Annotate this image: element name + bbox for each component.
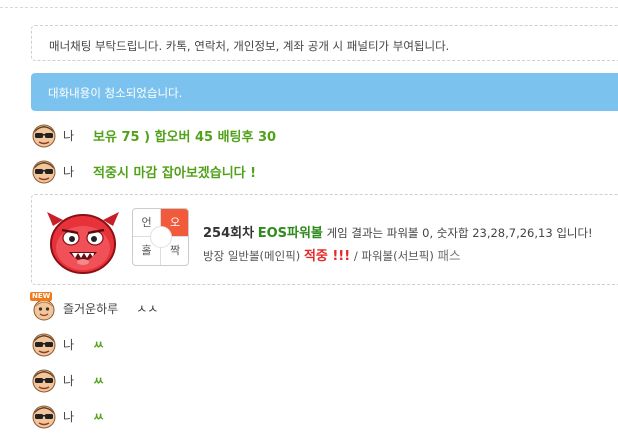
sunglasses-avatar-icon[interactable] bbox=[31, 122, 57, 148]
grid-center-dot bbox=[150, 226, 172, 248]
manner-notice: 매너채팅 부탁드립니다. 카톡, 연락처, 개인정보, 계좌 공개 시 패널티가… bbox=[31, 25, 618, 61]
message-text: ㅆ bbox=[93, 373, 105, 388]
message-text: ㅆ bbox=[93, 409, 105, 424]
pass-status: 패스 bbox=[437, 248, 461, 263]
game-name: EOS파워볼 bbox=[257, 226, 323, 241]
message-nick[interactable]: 나 bbox=[63, 408, 74, 425]
chat-cleared-banner: 대화내용이 청소되었습니다. bbox=[31, 73, 618, 111]
chat-message: 나 ㅆ bbox=[31, 366, 104, 394]
result-grid: 언 오 홀 짝 bbox=[132, 208, 189, 266]
message-nick[interactable]: 나 bbox=[63, 127, 74, 144]
message-text: 보유 75 ) 합오버 45 배팅후 30 bbox=[93, 129, 277, 145]
sunglasses-avatar-icon[interactable] bbox=[31, 158, 57, 184]
main-pick-label: 방장 일반볼(메인픽) bbox=[203, 249, 301, 263]
message-nick[interactable]: 나 bbox=[63, 336, 74, 353]
top-divider bbox=[0, 0, 618, 8]
new-badge: NEW bbox=[30, 292, 53, 301]
round-number: 254회차 bbox=[203, 226, 255, 241]
sunglasses-avatar-icon[interactable] bbox=[31, 403, 57, 429]
chat-cleared-text: 대화내용이 청소되었습니다. bbox=[48, 86, 183, 100]
manner-notice-text: 매너채팅 부탁드립니다. 카톡, 연락처, 개인정보, 계좌 공개 시 패널티가… bbox=[49, 39, 450, 53]
chat-message: 나 ㅆ bbox=[31, 330, 104, 358]
hit-status: 적중 !!! bbox=[303, 249, 351, 264]
chat-message: 나 ㅆ bbox=[31, 402, 104, 430]
message-text: ㅅㅅ bbox=[136, 301, 159, 316]
result-line-main: 254회차 EOS파워볼 게임 결과는 파워볼 0, 숫자합 23,28,7,2… bbox=[203, 222, 593, 241]
sub-pick-label: / 파워볼(서브픽) bbox=[353, 249, 434, 263]
chat-message: 나 적중시 마감 잡아보겠습니다 ! bbox=[31, 157, 256, 185]
chat-message: NEW 즐거운하루 ㅅㅅ bbox=[30, 292, 159, 322]
new-user-avatar-icon[interactable]: NEW bbox=[30, 292, 57, 321]
message-nick[interactable]: 즐거운하루 bbox=[63, 300, 118, 317]
chat-message: 나 보유 75 ) 합오버 45 배팅후 30 bbox=[31, 121, 276, 149]
message-nick[interactable]: 나 bbox=[63, 372, 74, 389]
message-text: ㅆ bbox=[93, 337, 105, 352]
game-result-card: 언 오 홀 짝 254회차 EOS파워볼 게임 결과는 파워볼 0, 숫자합 2… bbox=[31, 194, 618, 285]
sunglasses-avatar-icon[interactable] bbox=[31, 331, 57, 357]
message-text: 적중시 마감 잡아보겠습니다 ! bbox=[93, 165, 257, 181]
sunglasses-avatar-icon[interactable] bbox=[31, 367, 57, 393]
result-line-picks: 방장 일반볼(메인픽) 적중 !!! / 파워볼(서브픽) 패스 bbox=[203, 245, 460, 264]
message-nick[interactable]: 나 bbox=[63, 163, 74, 180]
red-devil-mascot-icon bbox=[45, 206, 121, 276]
result-sentence: 게임 결과는 파워볼 0, 숫자합 23,28,7,26,13 입니다! bbox=[326, 226, 593, 240]
